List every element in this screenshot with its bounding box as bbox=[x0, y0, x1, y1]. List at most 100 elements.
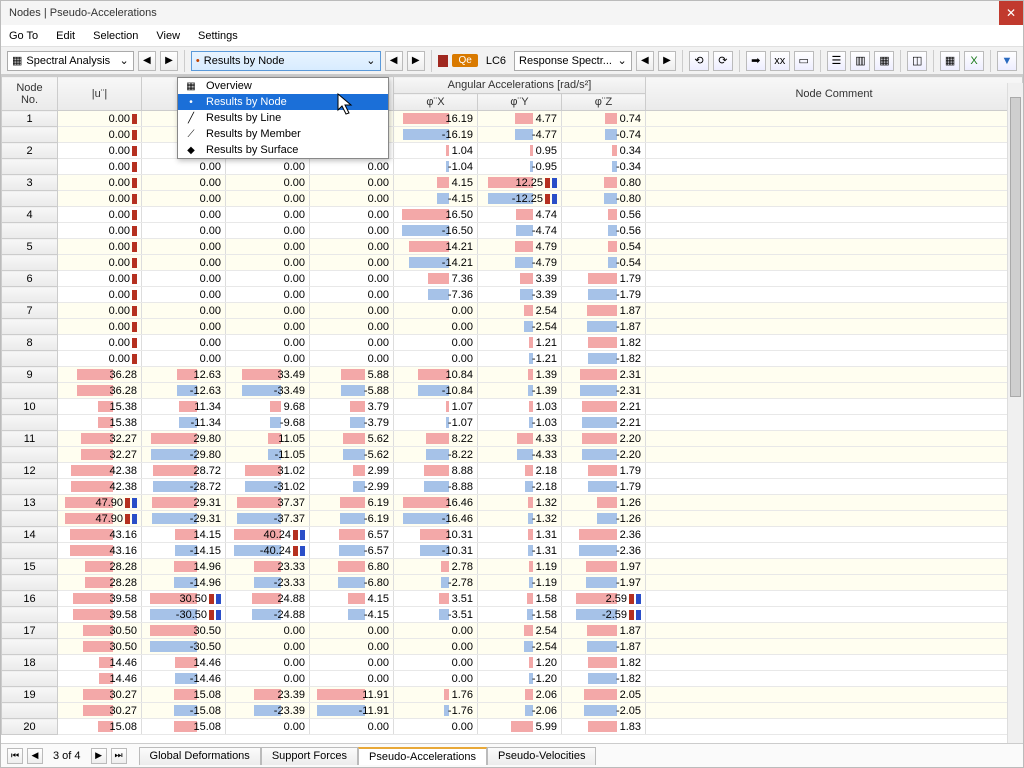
grid-cell[interactable]: -4.74 bbox=[478, 223, 562, 239]
grid-cell[interactable]: 0.00 bbox=[58, 223, 142, 239]
col-u[interactable]: |u¨| bbox=[58, 77, 142, 111]
node-no-cell[interactable]: 12 bbox=[2, 463, 58, 479]
comment-cell[interactable] bbox=[646, 719, 1023, 735]
node-no-cell[interactable] bbox=[2, 607, 58, 623]
grid-cell[interactable]: -0.74 bbox=[562, 127, 646, 143]
grid-cell[interactable]: 0.00 bbox=[58, 303, 142, 319]
grid-cell[interactable]: 0.00 bbox=[142, 159, 226, 175]
tool-icon-tag[interactable]: xx bbox=[770, 51, 790, 71]
grid-cell[interactable]: 0.74 bbox=[562, 111, 646, 127]
grid-cell[interactable]: -40.24 bbox=[226, 543, 310, 559]
grid-cell[interactable]: 3.39 bbox=[478, 271, 562, 287]
grid-cell[interactable]: 0.00 bbox=[226, 207, 310, 223]
grid-cell[interactable]: 14.46 bbox=[142, 655, 226, 671]
grid-cell[interactable]: 0.00 bbox=[310, 223, 394, 239]
grid-cell[interactable]: -2.36 bbox=[562, 543, 646, 559]
comment-cell[interactable] bbox=[646, 175, 1023, 191]
node-no-cell[interactable]: 19 bbox=[2, 687, 58, 703]
grid-cell[interactable]: -28.72 bbox=[142, 479, 226, 495]
grid-cell[interactable]: -0.54 bbox=[562, 255, 646, 271]
grid-cell[interactable]: 0.00 bbox=[310, 207, 394, 223]
node-no-cell[interactable]: 10 bbox=[2, 399, 58, 415]
grid-cell[interactable]: 2.06 bbox=[478, 687, 562, 703]
comment-cell[interactable] bbox=[646, 319, 1023, 335]
grid-cell[interactable]: 0.00 bbox=[310, 271, 394, 287]
tool-icon-1[interactable]: ⟲ bbox=[689, 51, 709, 71]
grid-cell[interactable]: -1.82 bbox=[562, 671, 646, 687]
grid-cell[interactable]: 2.78 bbox=[394, 559, 478, 575]
comment-cell[interactable] bbox=[646, 479, 1023, 495]
grid-cell[interactable]: 1.79 bbox=[562, 271, 646, 287]
grid-cell[interactable]: 0.00 bbox=[58, 319, 142, 335]
grid-cell[interactable]: -0.95 bbox=[478, 159, 562, 175]
col-comment[interactable]: Node Comment bbox=[646, 77, 1023, 111]
grid-cell[interactable]: 0.00 bbox=[58, 351, 142, 367]
comment-cell[interactable] bbox=[646, 367, 1023, 383]
node-no-cell[interactable] bbox=[2, 575, 58, 591]
grid-cell[interactable]: 14.46 bbox=[58, 671, 142, 687]
grid-cell[interactable]: 16.50 bbox=[394, 207, 478, 223]
grid-cell[interactable]: -5.88 bbox=[310, 383, 394, 399]
node-no-cell[interactable]: 9 bbox=[2, 367, 58, 383]
grid-cell[interactable]: 0.00 bbox=[310, 351, 394, 367]
grid-cell[interactable]: -30.50 bbox=[142, 607, 226, 623]
bottom-tab-2[interactable]: Pseudo-Accelerations bbox=[358, 747, 487, 765]
node-no-cell[interactable]: 5 bbox=[2, 239, 58, 255]
menu-view[interactable]: View bbox=[156, 30, 180, 42]
grid-cell[interactable]: -1.79 bbox=[562, 287, 646, 303]
grid-cell[interactable]: 14.15 bbox=[142, 527, 226, 543]
grid-cell[interactable]: 1.31 bbox=[478, 527, 562, 543]
grid-cell[interactable]: 0.00 bbox=[310, 175, 394, 191]
grid-cell[interactable]: -14.15 bbox=[142, 543, 226, 559]
grid-cell[interactable]: 2.59 bbox=[562, 591, 646, 607]
node-no-cell[interactable] bbox=[2, 191, 58, 207]
grid-cell[interactable]: 0.00 bbox=[310, 671, 394, 687]
grid-cell[interactable]: 2.54 bbox=[478, 303, 562, 319]
node-no-cell[interactable] bbox=[2, 383, 58, 399]
grid-cell[interactable]: 0.00 bbox=[226, 719, 310, 735]
grid-cell[interactable]: 0.00 bbox=[310, 239, 394, 255]
comment-cell[interactable] bbox=[646, 671, 1023, 687]
grid-cell[interactable]: 0.00 bbox=[58, 175, 142, 191]
node-no-cell[interactable]: 6 bbox=[2, 271, 58, 287]
grid-cell[interactable]: 0.00 bbox=[310, 655, 394, 671]
menu-settings[interactable]: Settings bbox=[198, 30, 238, 42]
grid-cell[interactable]: -6.80 bbox=[310, 575, 394, 591]
grid-cell[interactable]: 30.50 bbox=[58, 639, 142, 655]
grid-cell[interactable]: 30.50 bbox=[142, 623, 226, 639]
grid-cell[interactable]: 0.00 bbox=[394, 303, 478, 319]
comment-cell[interactable] bbox=[646, 623, 1023, 639]
grid-cell[interactable]: 11.05 bbox=[226, 431, 310, 447]
grid-cell[interactable]: 47.90 bbox=[58, 511, 142, 527]
grid-cell[interactable]: -3.39 bbox=[478, 287, 562, 303]
node-no-cell[interactable]: 17 bbox=[2, 623, 58, 639]
node-no-cell[interactable]: 20 bbox=[2, 719, 58, 735]
grid-cell[interactable]: 0.00 bbox=[394, 623, 478, 639]
grid-cell[interactable]: -0.80 bbox=[562, 191, 646, 207]
node-no-cell[interactable] bbox=[2, 127, 58, 143]
menu-edit[interactable]: Edit bbox=[56, 30, 75, 42]
grid-cell[interactable]: -16.19 bbox=[394, 127, 478, 143]
grid-cell[interactable]: 30.27 bbox=[58, 703, 142, 719]
grid-cell[interactable]: -14.46 bbox=[142, 671, 226, 687]
grid-cell[interactable]: -6.19 bbox=[310, 511, 394, 527]
tool-icon-grid[interactable]: ▦ bbox=[874, 51, 894, 71]
grid-cell[interactable]: -23.39 bbox=[226, 703, 310, 719]
grid-cell[interactable]: 0.00 bbox=[394, 335, 478, 351]
grid-cell[interactable]: 42.38 bbox=[58, 463, 142, 479]
col-phiy[interactable]: φ¨Y bbox=[478, 94, 562, 111]
grid-cell[interactable]: -29.31 bbox=[142, 511, 226, 527]
node-no-cell[interactable]: 8 bbox=[2, 335, 58, 351]
comment-cell[interactable] bbox=[646, 687, 1023, 703]
analysis-combo[interactable]: ▦ Spectral Analysis ⌄ bbox=[7, 51, 134, 71]
dropdown-item-4[interactable]: ◆Results by Surface bbox=[178, 142, 388, 158]
grid-cell[interactable]: 0.80 bbox=[562, 175, 646, 191]
node-no-cell[interactable] bbox=[2, 511, 58, 527]
grid-cell[interactable]: 10.31 bbox=[394, 527, 478, 543]
grid-cell[interactable]: 5.99 bbox=[478, 719, 562, 735]
tool-icon-goto[interactable]: ➡ bbox=[746, 51, 766, 71]
nav-prev-lc[interactable]: ◀ bbox=[636, 51, 654, 71]
page-prev[interactable]: ◀ bbox=[27, 748, 43, 764]
comment-cell[interactable] bbox=[646, 415, 1023, 431]
grid-cell[interactable]: 9.68 bbox=[226, 399, 310, 415]
